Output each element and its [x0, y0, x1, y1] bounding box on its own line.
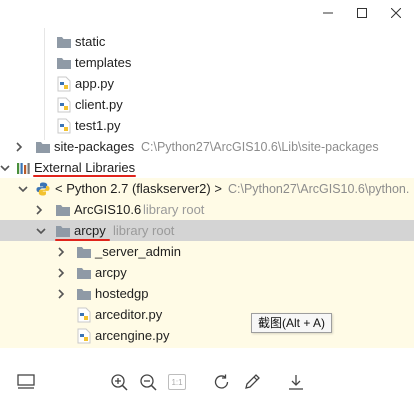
tree-item-test1-py[interactable]: test1.py: [0, 115, 414, 136]
screenshot-tooltip: 截图(Alt + A): [251, 313, 333, 333]
tree-item-arcpy[interactable]: arcpy: [0, 262, 414, 283]
actual-size-icon: 1:1: [168, 374, 186, 390]
tree-item-label: ArcGIS10.6: [74, 202, 142, 217]
minimize-icon: [323, 12, 333, 14]
tree-item-label: < Python 2.7 (flaskserver2) >: [55, 181, 222, 196]
tree-item-label: test1.py: [75, 118, 121, 133]
tree-item-label: arceditor.py: [95, 307, 163, 322]
chevron-down-icon[interactable]: [17, 183, 29, 195]
tree-item-label: _server_admin: [95, 244, 181, 259]
folder-icon: [55, 202, 71, 218]
folder-icon: [76, 244, 92, 260]
tree-item-hostedgp[interactable]: hostedgp: [0, 283, 414, 304]
maximize-icon: [357, 8, 367, 18]
chevron-right-icon[interactable]: [13, 141, 25, 153]
download-icon: [289, 375, 303, 390]
title-bar: [0, 0, 414, 26]
folder-icon: [35, 139, 51, 155]
chevron-right-icon[interactable]: [33, 204, 45, 216]
red-underline-annotation: [33, 175, 136, 177]
folder-icon: [76, 286, 92, 302]
folder-icon: [56, 55, 72, 71]
library-strip: [0, 346, 414, 348]
panel-icon: [17, 374, 35, 389]
maximize-button[interactable]: [352, 3, 372, 23]
python-icon: [35, 181, 51, 197]
tree-item-app-py[interactable]: app.py: [0, 73, 414, 94]
chevron-right-icon[interactable]: [55, 288, 67, 300]
tree-item-python-sdk[interactable]: < Python 2.7 (flaskserver2) > C:\Python2…: [0, 178, 414, 199]
python-file-icon: [56, 118, 72, 134]
tree-item-label: External Libraries: [34, 160, 136, 175]
pen-icon: [245, 374, 260, 389]
python-file-icon: [56, 76, 72, 92]
tree-item-label: arcpy: [74, 223, 106, 238]
folder-icon: [76, 265, 92, 281]
tree-item-label: arcpy: [95, 265, 127, 280]
tree-item-label: hostedgp: [95, 286, 149, 301]
tree-item-path: C:\Python27\ArcGIS10.6\python.: [228, 181, 410, 196]
actual-size-label: 1:1: [171, 377, 183, 387]
folder-icon: [55, 223, 71, 239]
tree-item-site-packages[interactable]: site-packages C:\Python27\ArcGIS10.6\Lib…: [0, 136, 414, 157]
download-button[interactable]: [286, 372, 306, 392]
zoom-out-icon: [140, 374, 157, 391]
pen-button[interactable]: [242, 372, 262, 392]
actual-size-button[interactable]: 1:1: [167, 372, 187, 392]
chevron-down-icon[interactable]: [35, 225, 47, 237]
rotate-button[interactable]: [212, 372, 232, 392]
tree-item-arceditor-py[interactable]: arceditor.py: [0, 304, 414, 325]
tree-item-server-admin[interactable]: _server_admin: [0, 241, 414, 262]
minimize-button[interactable]: [318, 3, 338, 23]
tree-item-hint: library root: [113, 223, 175, 238]
tree-item-label: static: [75, 34, 106, 49]
rotate-icon: [214, 374, 229, 389]
project-tree: static templates app.py client.py test1.…: [0, 28, 414, 348]
zoom-in-button[interactable]: [109, 372, 129, 392]
tree-item-arcgis[interactable]: ArcGIS10.6 library root: [0, 199, 414, 220]
zoom-out-button[interactable]: [138, 372, 158, 392]
tree-item-label: arcengine.py: [95, 328, 170, 343]
viewer-toolbar: 1:1: [0, 360, 414, 405]
chevron-right-icon[interactable]: [55, 246, 67, 258]
chevron-right-icon[interactable]: [55, 267, 67, 279]
tree-item-path: C:\Python27\ArcGIS10.6\Lib\site-packages: [141, 139, 379, 154]
tree-item-client-py[interactable]: client.py: [0, 94, 414, 115]
python-file-icon: [56, 97, 72, 113]
folder-icon: [56, 34, 72, 50]
tree-item-arcengine-py[interactable]: arcengine.py: [0, 325, 414, 346]
tree-item-label: site-packages: [54, 139, 135, 154]
tree-item-static[interactable]: static: [0, 31, 414, 52]
panel-button[interactable]: [16, 372, 36, 392]
tree-item-hint: library root: [143, 202, 205, 217]
tree-item-label: app.py: [75, 76, 115, 91]
python-file-icon: [76, 307, 92, 323]
close-icon: [391, 8, 401, 18]
tree-item-label: templates: [75, 55, 132, 70]
tree-item-label: client.py: [75, 97, 123, 112]
tree-item-arcpy-root[interactable]: arcpy library root: [0, 220, 414, 241]
tree-item-templates[interactable]: templates: [0, 52, 414, 73]
chevron-down-icon[interactable]: [0, 162, 11, 174]
libraries-icon: [16, 160, 32, 176]
close-button[interactable]: [386, 3, 406, 23]
zoom-in-icon: [111, 374, 128, 391]
python-file-icon: [76, 328, 92, 344]
